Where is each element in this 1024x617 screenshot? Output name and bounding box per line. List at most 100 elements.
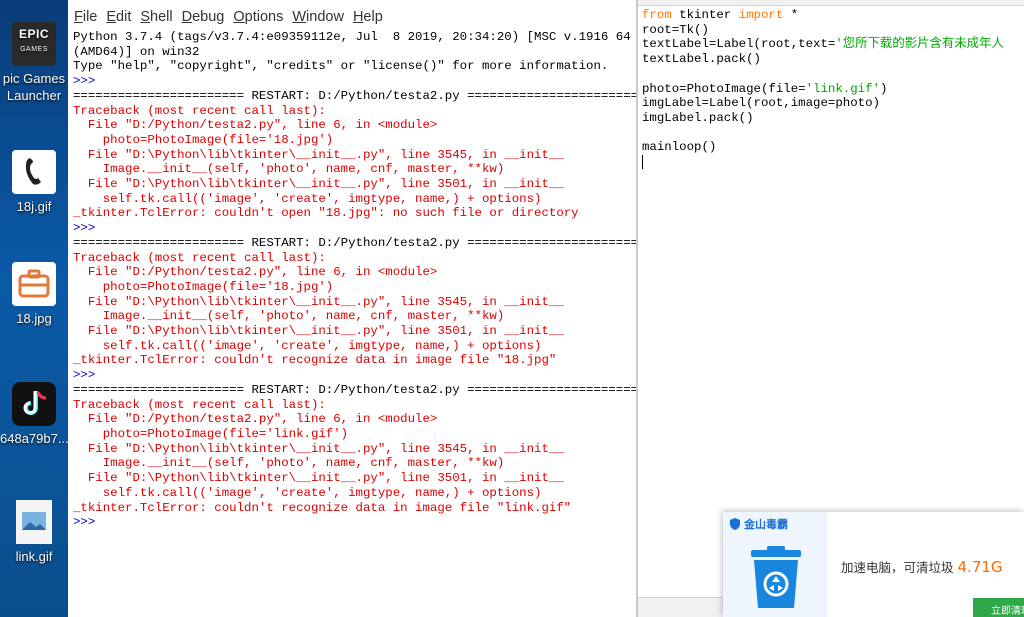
- shell-prompt: >>>: [73, 74, 96, 89]
- text-cursor: [642, 155, 643, 169]
- shell-line: ======================= RESTART: D:/Pyth…: [73, 88, 636, 103]
- shell-line: File "D:/Python/testa2.py", line 6, in <…: [73, 118, 438, 133]
- code-keyword: from: [642, 8, 672, 22]
- code-keyword: import: [738, 8, 784, 22]
- epic-logo-text: EPIC: [18, 27, 49, 41]
- desktop-icon-label: 648a79b7...: [0, 431, 69, 446]
- shell-line: Image.__init__(self, 'photo', name, cnf,…: [73, 309, 505, 324]
- gif-file-icon: [12, 150, 56, 194]
- shell-line: File "D:\Python\lib\tkinter\__init__.py"…: [73, 177, 564, 192]
- desktop-icon-label: 18.jpg: [16, 311, 52, 326]
- python-shell-window: File Edit Shell Debug Options Window Hel…: [68, 0, 636, 617]
- shell-line: File "D:/Python/testa2.py", line 6, in <…: [73, 412, 438, 427]
- popup-side-panel: 金山毒霸: [723, 512, 827, 617]
- shell-line: Traceback (most recent call last):: [73, 250, 326, 265]
- code-token: tkinter: [671, 8, 739, 22]
- desktop-icon-label: Launcher: [6, 88, 62, 103]
- popup-brand: 金山毒霸: [729, 516, 788, 532]
- code-line: root=Tk(): [642, 23, 1024, 38]
- desktop-icon-epic-games[interactable]: EPIC GAMES pic Games Launcher: [0, 22, 68, 104]
- code-string: 'link.gif': [805, 81, 880, 96]
- cleanup-popup[interactable]: 金山毒霸 加速电脑，可清垃圾4.71G 立即清理: [723, 512, 1024, 617]
- shell-line: self.tk.call(('image', 'create', imgtype…: [73, 485, 542, 500]
- code-line: textLabel=Label(root,text='您所下载的影片含有未成年人: [642, 37, 1024, 52]
- shell-line: _tkinter.TclError: couldn't open "18.jpg…: [73, 206, 579, 221]
- menu-options[interactable]: Options: [233, 9, 283, 25]
- desktop: EPIC GAMES pic Games Launcher 18j.gif 18…: [0, 0, 69, 617]
- shell-line: Type "help", "copyright", "credits" or "…: [73, 59, 609, 74]
- code-line: [642, 155, 1024, 172]
- shell-line: Image.__init__(self, 'photo', name, cnf,…: [73, 456, 505, 471]
- shell-line: File "D:\Python\lib\tkinter\__init__.py"…: [73, 294, 564, 309]
- jpg-file-icon: [12, 262, 56, 306]
- code-line: textLabel.pack(): [642, 52, 1024, 67]
- shell-line: photo=PhotoImage(file='18.jpg'): [73, 279, 334, 294]
- code-token: photo=PhotoImage(file=: [642, 81, 806, 96]
- code-editor[interactable]: from tkinter import * root=Tk() textLabel=…: [642, 8, 1024, 172]
- clean-now-button[interactable]: 立即清理: [973, 598, 1024, 617]
- desktop-icon-18-jpg[interactable]: 18.jpg: [0, 262, 68, 327]
- code-token: textLabel.pack(): [642, 52, 761, 67]
- desktop-icon-18j-gif[interactable]: 18j.gif: [0, 150, 68, 215]
- code-token: imgLabel=Label(root,image=photo): [642, 96, 880, 111]
- code-line: imgLabel.pack(): [642, 111, 1024, 126]
- code-line: imgLabel=Label(root,image=photo): [642, 96, 1024, 111]
- menu-bar: File Edit Shell Debug Options Window Hel…: [68, 0, 636, 34]
- editor-titlebar[interactable]: [638, 0, 1024, 6]
- shell-line: ======================= RESTART: D:/Pyth…: [73, 382, 636, 397]
- popup-message-text: 加速电脑，可清垃圾: [841, 560, 954, 575]
- shell-prompt: >>>: [73, 221, 96, 236]
- code-line: photo=PhotoImage(file='link.gif'): [642, 82, 1024, 97]
- gif-file-icon: [16, 500, 52, 544]
- shell-line: File "D:\Python\lib\tkinter\__init__.py"…: [73, 471, 564, 486]
- code-line: mainloop(): [642, 140, 1024, 155]
- shell-line: Traceback (most recent call last):: [73, 103, 326, 118]
- shell-line: File "D:/Python/testa2.py", line 6, in <…: [73, 265, 438, 280]
- desktop-icon-label: 18j.gif: [16, 199, 52, 214]
- tiktok-icon: [12, 382, 56, 426]
- shell-prompt: >>>: [73, 515, 96, 530]
- shell-line: _tkinter.TclError: couldn't recognize da…: [73, 353, 557, 368]
- desktop-icon-tiktok[interactable]: 648a79b7...: [0, 382, 69, 447]
- code-line: from tkinter import *: [642, 8, 1024, 23]
- shell-line: File "D:\Python\lib\tkinter\__init__.py"…: [73, 147, 564, 162]
- shell-prompt: >>>: [73, 368, 96, 383]
- menu-edit[interactable]: Edit: [106, 9, 131, 25]
- menu-shell[interactable]: Shell: [140, 9, 172, 25]
- epic-games-icon: EPIC GAMES: [12, 22, 56, 66]
- shell-line: _tkinter.TclError: couldn't recognize da…: [73, 500, 572, 515]
- code-token: ): [879, 81, 888, 96]
- shell-line: ======================= RESTART: D:/Pyth…: [73, 235, 636, 250]
- desktop-icon-label: link.gif: [15, 549, 53, 564]
- code-token: imgLabel.pack(): [642, 110, 754, 125]
- code-token: *: [783, 8, 799, 22]
- shell-line: Python 3.7.4 (tags/v3.7.4:e09359112e, Ju…: [73, 30, 636, 44]
- menu-debug[interactable]: Debug: [182, 9, 225, 25]
- shell-line: File "D:\Python\lib\tkinter\__init__.py"…: [73, 441, 564, 456]
- shell-line: photo=PhotoImage(file='link.gif'): [73, 426, 349, 441]
- shell-line: File "D:\Python\lib\tkinter\__init__.py"…: [73, 324, 564, 339]
- desktop-icon-label: pic Games: [2, 71, 66, 86]
- code-string: '您所下载的影片含有未成年人: [835, 37, 1004, 52]
- shell-line: self.tk.call(('image', 'create', imgtype…: [73, 191, 542, 206]
- epic-logo-sub: GAMES: [20, 46, 48, 53]
- menu-file[interactable]: File: [74, 9, 97, 25]
- shell-output[interactable]: Python 3.7.4 (tags/v3.7.4:e09359112e, Ju…: [73, 30, 636, 530]
- shell-line: (AMD64)] on win32: [73, 44, 200, 59]
- desktop-icon-link-gif[interactable]: link.gif: [0, 500, 68, 565]
- shell-line: self.tk.call(('image', 'create', imgtype…: [73, 338, 542, 353]
- menu-window[interactable]: Window: [292, 9, 344, 25]
- shell-line: Traceback (most recent call last):: [73, 397, 326, 412]
- code-token: textLabel=Label(root,text=: [642, 37, 836, 52]
- code-token: root=Tk(): [642, 22, 709, 37]
- junk-size: 4.71G: [957, 558, 1003, 576]
- shell-line: Image.__init__(self, 'photo', name, cnf,…: [73, 162, 505, 177]
- shell-line: photo=PhotoImage(file='18.jpg'): [73, 132, 334, 147]
- code-token: mainloop(): [642, 140, 717, 155]
- menu-help[interactable]: Help: [353, 9, 383, 25]
- trash-bin-icon: [751, 546, 801, 608]
- popup-message: 加速电脑，可清垃圾 4.71G: [841, 557, 1003, 576]
- popup-brand-name: 金山毒霸: [744, 518, 788, 531]
